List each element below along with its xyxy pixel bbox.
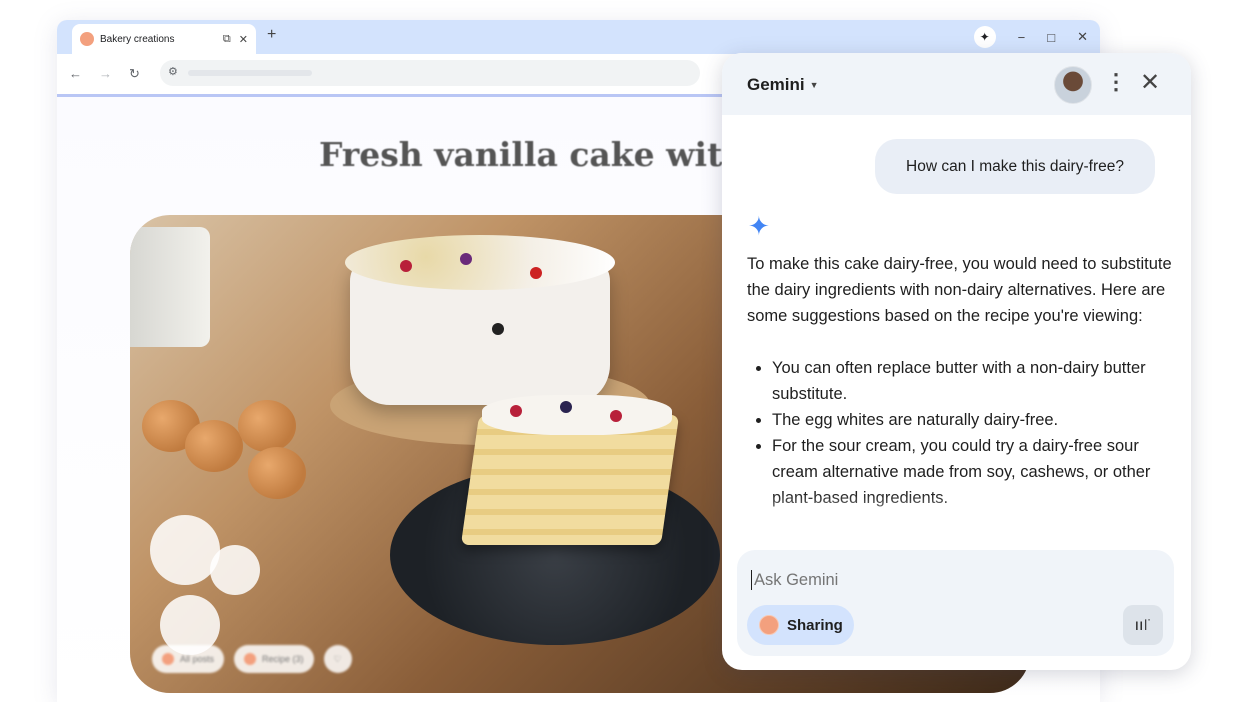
list-item: The egg whites are naturally dairy-free. xyxy=(772,407,1172,433)
egg xyxy=(238,400,296,452)
page-chips: All posts Recipe (3) ♡ xyxy=(152,645,352,673)
berry xyxy=(530,267,542,279)
cup-graphic xyxy=(130,227,210,347)
berry xyxy=(560,401,572,413)
chip-icon xyxy=(244,653,257,665)
minimize-button[interactable]: − xyxy=(1018,30,1026,45)
gemini-spark-icon[interactable]: ✦ xyxy=(973,26,996,48)
more-vert-icon[interactable]: ⋮ xyxy=(1105,69,1127,95)
panel-close-icon[interactable]: ✕ xyxy=(1140,68,1160,97)
ask-gemini-input[interactable] xyxy=(752,570,1136,591)
tab-close-icon[interactable]: ✕ xyxy=(239,33,248,46)
reload-icon[interactable]: ↻ xyxy=(129,66,140,82)
page-title: Fresh vanilla cake with l xyxy=(319,135,749,174)
berry xyxy=(610,410,622,422)
forward-arrow-icon[interactable]: → xyxy=(99,66,112,81)
chip-label: All posts xyxy=(180,654,215,664)
window-close-button[interactable]: ✕ xyxy=(1077,29,1088,45)
gemini-title: Gemini xyxy=(747,75,805,94)
gemini-title-dropdown[interactable]: Gemini ▼ xyxy=(747,75,819,95)
gemini-response: To make this cake dairy-free, you would … xyxy=(747,251,1172,511)
scroll-fade xyxy=(722,493,1191,533)
url-text xyxy=(188,70,312,76)
voice-wave-icon[interactable]: ıı꜍ xyxy=(1123,605,1163,645)
response-intro: To make this cake dairy-free, you would … xyxy=(747,255,1172,325)
share-icon[interactable]: ⧉ xyxy=(223,33,231,46)
spark-icon: ✦ xyxy=(748,211,770,241)
berry xyxy=(510,405,522,417)
chip-icon xyxy=(162,653,174,665)
gemini-header: Gemini ▼ ⋮ ✕ xyxy=(722,53,1191,115)
tab-bakery-creations[interactable]: Bakery creations ⧉ ✕ xyxy=(72,24,256,54)
chip-label: Recipe (3) xyxy=(262,654,304,664)
slice-topping xyxy=(482,395,672,435)
site-favicon-icon xyxy=(80,32,94,46)
ask-gemini-box: Sharing ıı꜍ xyxy=(737,550,1174,656)
response-list: You can often replace butter with a non-… xyxy=(747,355,1172,511)
sharing-label: Sharing xyxy=(787,616,843,634)
page-chip[interactable]: Recipe (3) xyxy=(234,645,314,673)
flower xyxy=(210,545,260,595)
sharing-chip[interactable]: Sharing xyxy=(747,605,854,645)
berry xyxy=(400,260,412,272)
egg xyxy=(248,447,306,499)
maximize-button[interactable]: □ xyxy=(1047,30,1055,45)
tab-strip: Bakery creations ⧉ ✕ + ✦ − □ ✕ xyxy=(57,20,1100,54)
list-item: You can often replace butter with a non-… xyxy=(772,355,1172,407)
page-chip[interactable]: All posts xyxy=(152,645,225,673)
shared-tab-icon xyxy=(759,615,779,635)
avatar[interactable] xyxy=(1054,66,1092,104)
cake-topping xyxy=(345,235,615,290)
dropdown-caret-icon: ▼ xyxy=(809,80,819,90)
heart-icon: ♡ xyxy=(333,653,342,664)
new-tab-button[interactable]: + xyxy=(267,26,276,44)
back-arrow-icon[interactable]: ← xyxy=(69,66,82,81)
gemini-panel: Gemini ▼ ⋮ ✕ How can I make this dairy-f… xyxy=(722,53,1191,670)
berry xyxy=(460,253,472,265)
tab-title: Bakery creations xyxy=(100,33,175,45)
tune-icon[interactable]: ⚙ xyxy=(168,65,178,78)
window-controls: ✦ − □ ✕ xyxy=(973,26,1088,48)
address-bar[interactable]: ⚙ xyxy=(160,60,700,86)
berry xyxy=(492,323,504,335)
egg xyxy=(185,420,243,472)
user-message: How can I make this dairy-free? xyxy=(875,139,1155,194)
favorite-button[interactable]: ♡ xyxy=(323,645,352,673)
